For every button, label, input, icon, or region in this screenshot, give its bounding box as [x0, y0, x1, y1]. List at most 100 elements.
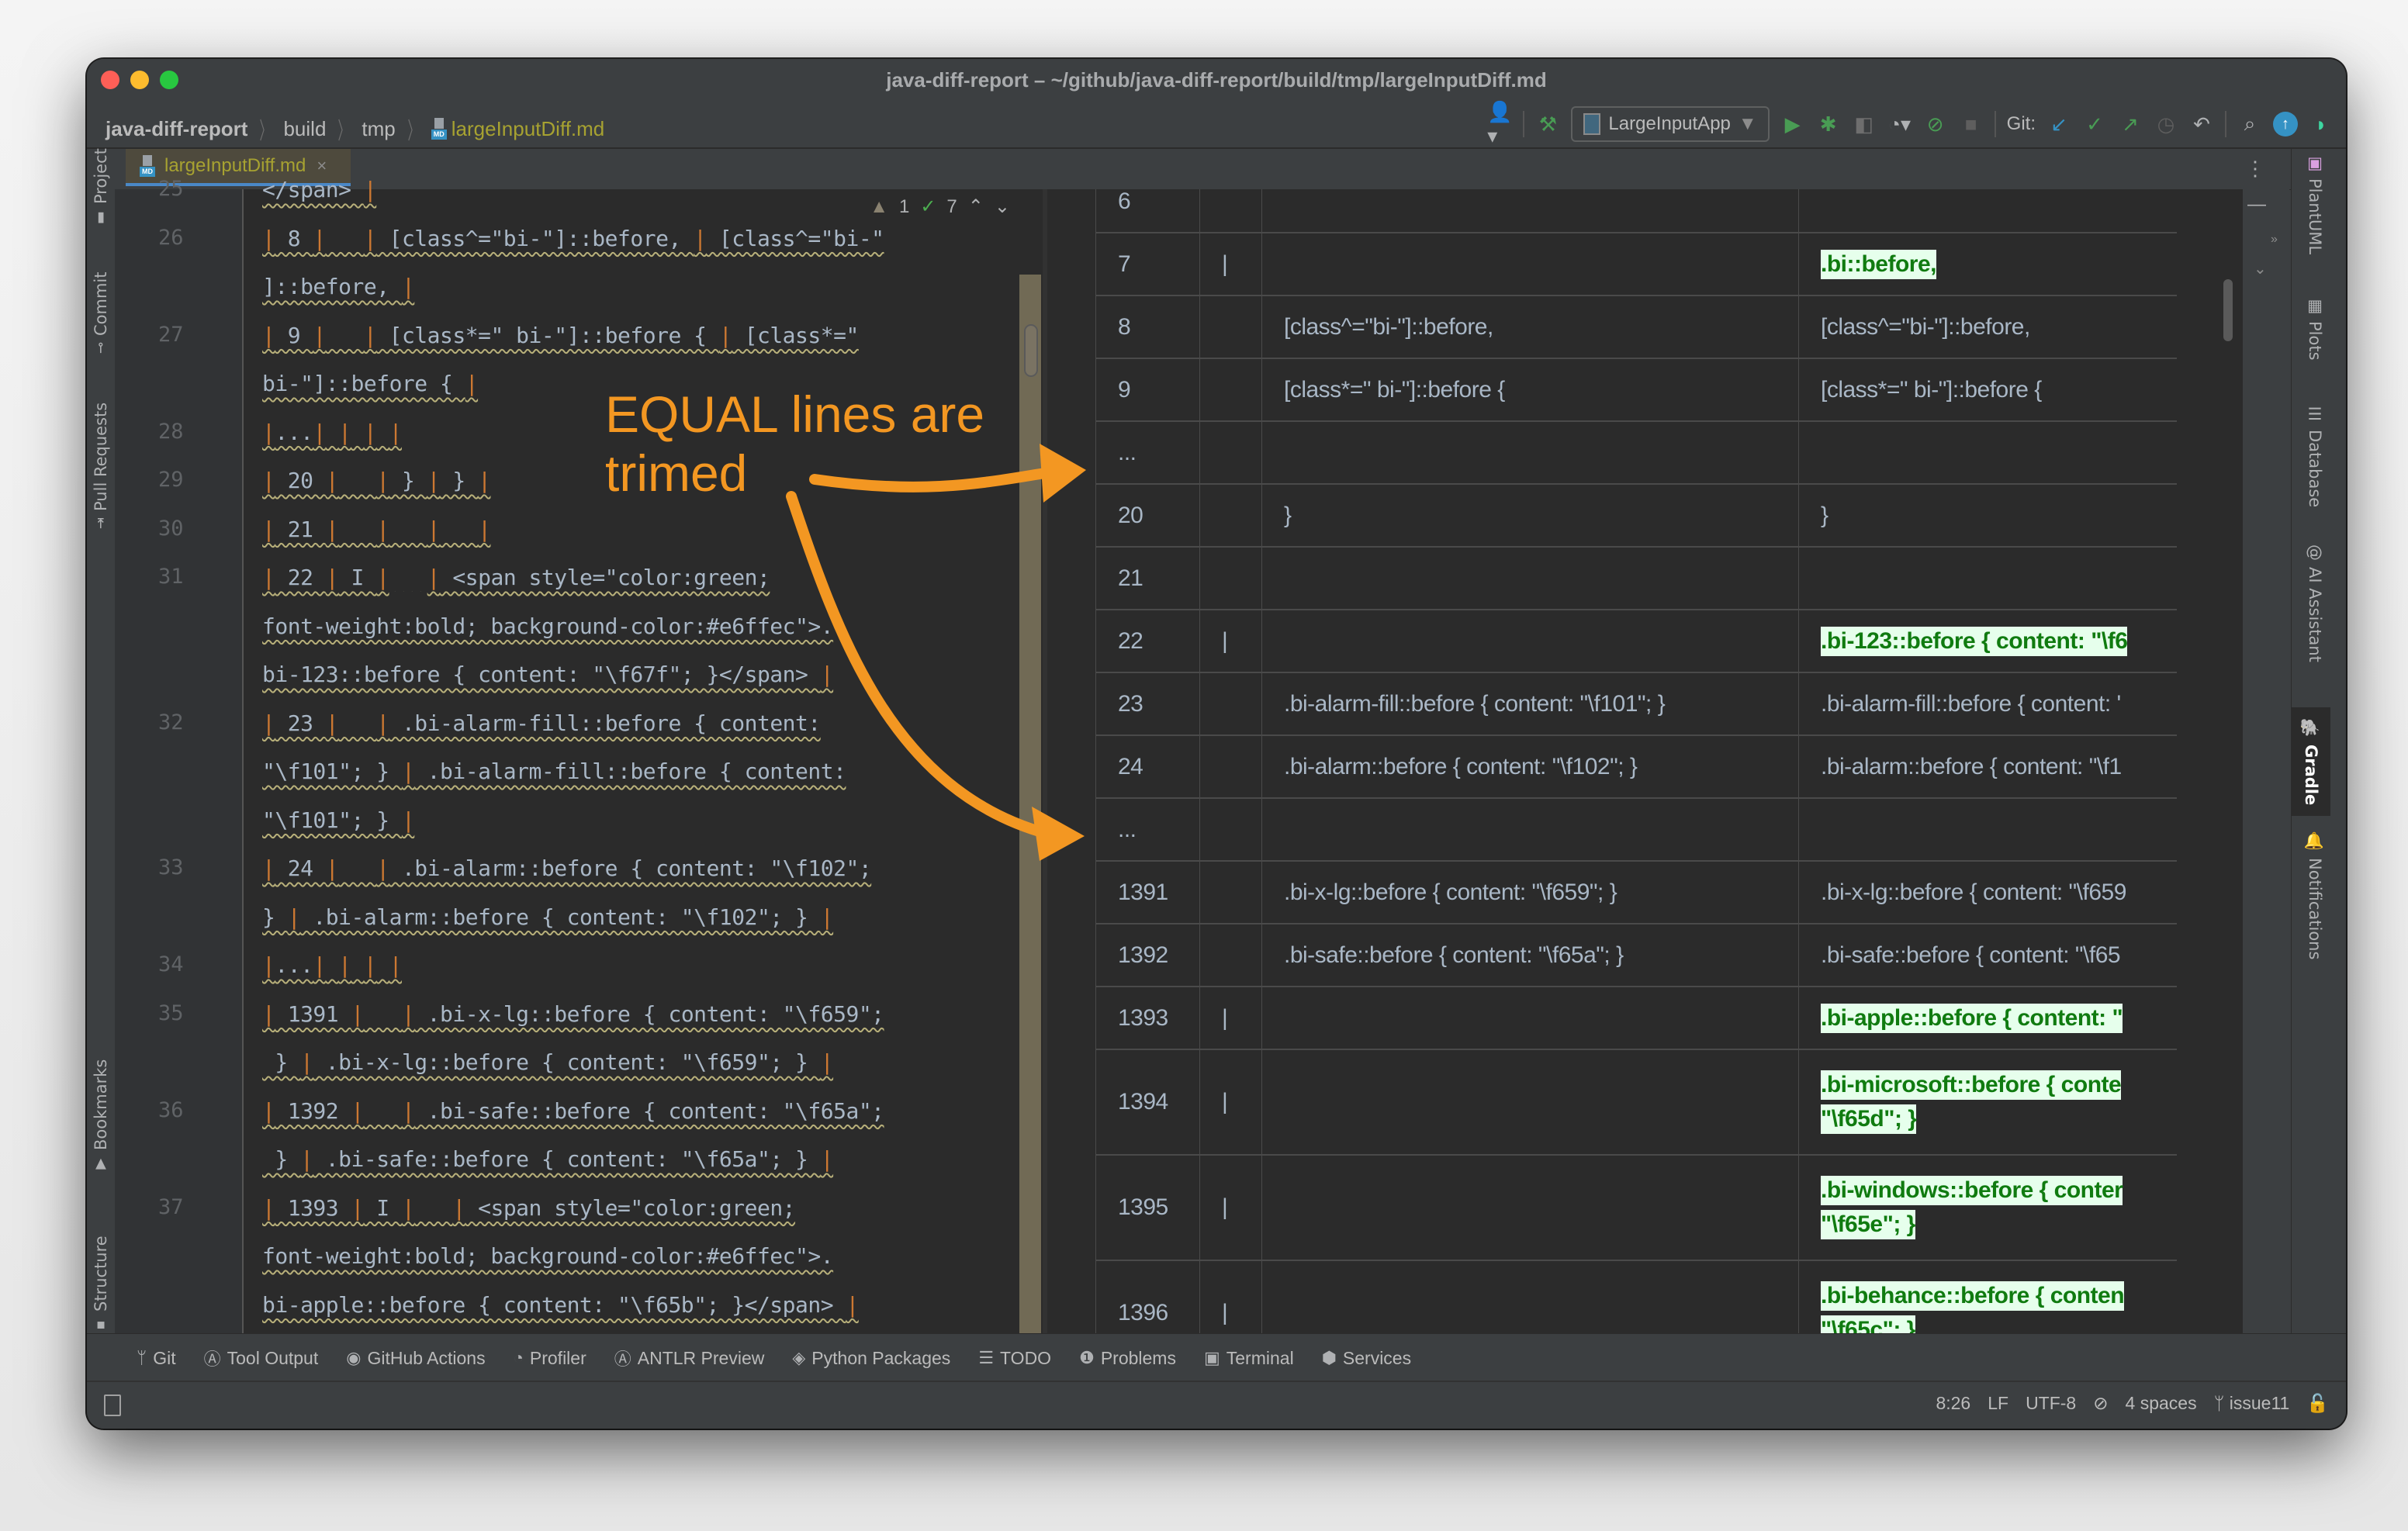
inserted-text: .bi-windows::before { conter: [1821, 1176, 2123, 1205]
tool-commit[interactable]: ⊸ Commit: [90, 261, 112, 354]
row-line-number: 1391: [1095, 862, 1199, 923]
build-hammer-icon[interactable]: ⚒: [1535, 112, 1560, 137]
tool-git[interactable]: ᛘ Git: [137, 1348, 176, 1369]
line-separator[interactable]: LF: [1988, 1393, 2008, 1414]
tool-problems[interactable]: ❶ Problems: [1079, 1348, 1176, 1369]
account-icon[interactable]: 👤▾: [1487, 100, 1512, 147]
inspection-widget[interactable]: ▲ 1 ✓ 7 ⌃ ⌄: [870, 195, 1010, 218]
rollback-icon[interactable]: ↶: [2189, 112, 2214, 137]
file-encoding[interactable]: UTF-8: [2026, 1393, 2076, 1414]
tool-bookmarks[interactable]: ▼ Bookmarks: [90, 1049, 112, 1173]
breadcrumb-file[interactable]: MD largeInputDiff.md: [431, 117, 604, 141]
no-inspection-icon[interactable]: ⊘: [2093, 1393, 2108, 1414]
diff-row: 8 [class^="bi-"]::before, [class^="bi-"]::…: [1095, 295, 2177, 358]
tool-github-actions[interactable]: ◉ GitHub Actions: [346, 1348, 485, 1369]
preview-scrollbar[interactable]: [2223, 279, 2233, 341]
tool-structure[interactable]: ▪ Structure: [90, 1218, 112, 1334]
tool-gradle[interactable]: 🐘 Gradle: [2292, 707, 2330, 816]
row-new-text: [class^="bi-"]::before,: [1798, 296, 2177, 358]
left-tool-strip: ▮ Project ⊸ Commit ⇥ Pull Requests ▼ Bookmar…: [87, 148, 116, 1334]
history-icon[interactable]: ◷: [2154, 112, 2178, 137]
more-options-icon[interactable]: ⋮: [2245, 157, 2265, 181]
code-line: | 1391 | | .bi-x-lg::before { content: "…: [262, 1001, 884, 1027]
next-highlight-icon[interactable]: ⌄: [995, 195, 1010, 218]
git-branch-widget[interactable]: ᛘ issue11: [2214, 1393, 2290, 1414]
search-icon[interactable]: ⌕: [2237, 112, 2262, 137]
row-line-number: ...: [1095, 422, 1199, 483]
tool-notifications[interactable]: 🔔 Notifications: [2306, 831, 2324, 959]
diff-row: 6: [1095, 189, 2177, 232]
line-number-gutter: 2526272829303132333435363738: [115, 177, 244, 1364]
breadcrumb-project[interactable]: java-diff-report: [106, 117, 247, 141]
unchanged-text: [class^="bi-"]::before,: [1821, 313, 2030, 340]
row-line-number: 21: [1095, 548, 1199, 609]
code-line: bi-"]::before { |: [262, 371, 479, 396]
row-line-number: 7: [1095, 233, 1199, 295]
code-line: "\f101"; } |: [262, 807, 415, 833]
toggle-tool-windows-icon[interactable]: [104, 1394, 121, 1416]
editor-scrollbar-thumb[interactable]: [1024, 324, 1038, 377]
caret-position[interactable]: 8:26: [1936, 1393, 1970, 1414]
inserted-text: "\f65c"; }: [1821, 1315, 1915, 1334]
debug-icon[interactable]: ✱: [1816, 112, 1841, 137]
git-update-icon[interactable]: ↙: [2046, 112, 2071, 137]
profiler-icon: ◔: [513, 1348, 524, 1367]
tool-pull-requests[interactable]: ⇥ Pull Requests: [90, 382, 112, 529]
row-change-flag: [1199, 924, 1261, 986]
git-commit-icon[interactable]: ✓: [2082, 112, 2107, 137]
expand-icon[interactable]: »: [2271, 233, 2278, 247]
breadcrumb-tmp[interactable]: tmp: [362, 117, 395, 141]
attach-debugger-icon[interactable]: ⊘: [1923, 112, 1948, 137]
tool-ai-assistant[interactable]: @ AI Assistant: [2306, 544, 2324, 662]
code-line: | 1393 | I | | <span style="color:green;: [262, 1194, 796, 1221]
tool-antlr-preview[interactable]: Ⓐ ANTLR Preview: [614, 1346, 765, 1370]
update-icon[interactable]: ↑: [2273, 112, 2298, 137]
code-line: | 21 | | | |: [262, 516, 491, 542]
row-old-text: [1261, 189, 1798, 232]
inserted-text: "\f65e"; }: [1821, 1210, 1915, 1239]
jetbrains-ai-icon[interactable]: ◗: [2309, 112, 2334, 137]
profile-icon[interactable]: ◔▾: [1887, 112, 1912, 137]
tool-terminal[interactable]: ▣ Terminal: [1204, 1348, 1294, 1369]
row-new-text: [1798, 548, 2177, 609]
line-number: 28: [158, 419, 184, 444]
tool-database[interactable]: ☰ Database: [2306, 405, 2324, 507]
row-line-number: 1394: [1095, 1050, 1199, 1154]
code-line: | 9 | | [class*=" bi-"]::before { | [cla…: [262, 322, 859, 348]
tool-project[interactable]: ▮ Project: [90, 148, 112, 226]
diff-row: 1393 | .bi-apple::before { content: ": [1095, 986, 2177, 1049]
row-old-text: [class^="bi-"]::before,: [1261, 296, 1798, 358]
run-icon[interactable]: ▶: [1780, 112, 1805, 137]
commit-icon: ⊸: [92, 341, 109, 354]
unchanged-text: .bi-safe::before { content: "\f65: [1821, 942, 2121, 968]
code-line: } | .bi-x-lg::before { content: "\f659";…: [262, 1049, 834, 1075]
git-push-icon[interactable]: ↗: [2118, 112, 2143, 137]
diff-row: 1392 .bi-safe::before { content: "\f65a";…: [1095, 923, 2177, 986]
coverage-icon[interactable]: ◧: [1852, 112, 1877, 137]
row-old-text: [1261, 1261, 1798, 1334]
tool-todo[interactable]: ☰ TODO: [978, 1348, 1051, 1369]
row-new-text: .bi-123::before { content: "\f6: [1798, 610, 2177, 672]
code-line: |...| | | |: [262, 419, 402, 445]
tool-python-packages[interactable]: ◈ Python Packages: [792, 1348, 950, 1369]
tool-tool-output[interactable]: Ⓐ Tool Output: [204, 1346, 319, 1370]
close-tab-icon[interactable]: ×: [317, 156, 327, 176]
run-configuration-dropdown[interactable]: LargeInputApp ▼: [1571, 106, 1770, 142]
breadcrumb-build[interactable]: build: [283, 117, 326, 141]
row-change-flag: [1199, 485, 1261, 546]
inserted-text: .bi-behance::before { conten: [1821, 1281, 2125, 1311]
previous-highlight-icon[interactable]: ⌃: [968, 195, 984, 218]
editor-scrollbar[interactable]: [1019, 275, 1041, 1334]
tool-plots[interactable]: ▦ Plots: [2306, 296, 2324, 361]
line-number: 36: [158, 1097, 184, 1122]
minimize-icon[interactable]: —: [2247, 194, 2266, 216]
lock-icon[interactable]: 🔓: [2306, 1393, 2329, 1414]
collapse-chevron-icon[interactable]: ⌄: [2254, 259, 2267, 278]
indent-setting[interactable]: 4 spaces: [2126, 1393, 2197, 1414]
row-change-flag: [1199, 673, 1261, 734]
markdown-editor[interactable]: 2526272829303132333435363738 </span> || …: [115, 177, 1041, 1366]
tool-services[interactable]: ⬢ Services: [1322, 1348, 1411, 1369]
tool-profiler[interactable]: ◔ Profiler: [514, 1348, 586, 1369]
stop-icon[interactable]: ■: [1959, 112, 1984, 137]
tool-plantuml[interactable]: ▣ PlantUML: [2306, 154, 2324, 254]
